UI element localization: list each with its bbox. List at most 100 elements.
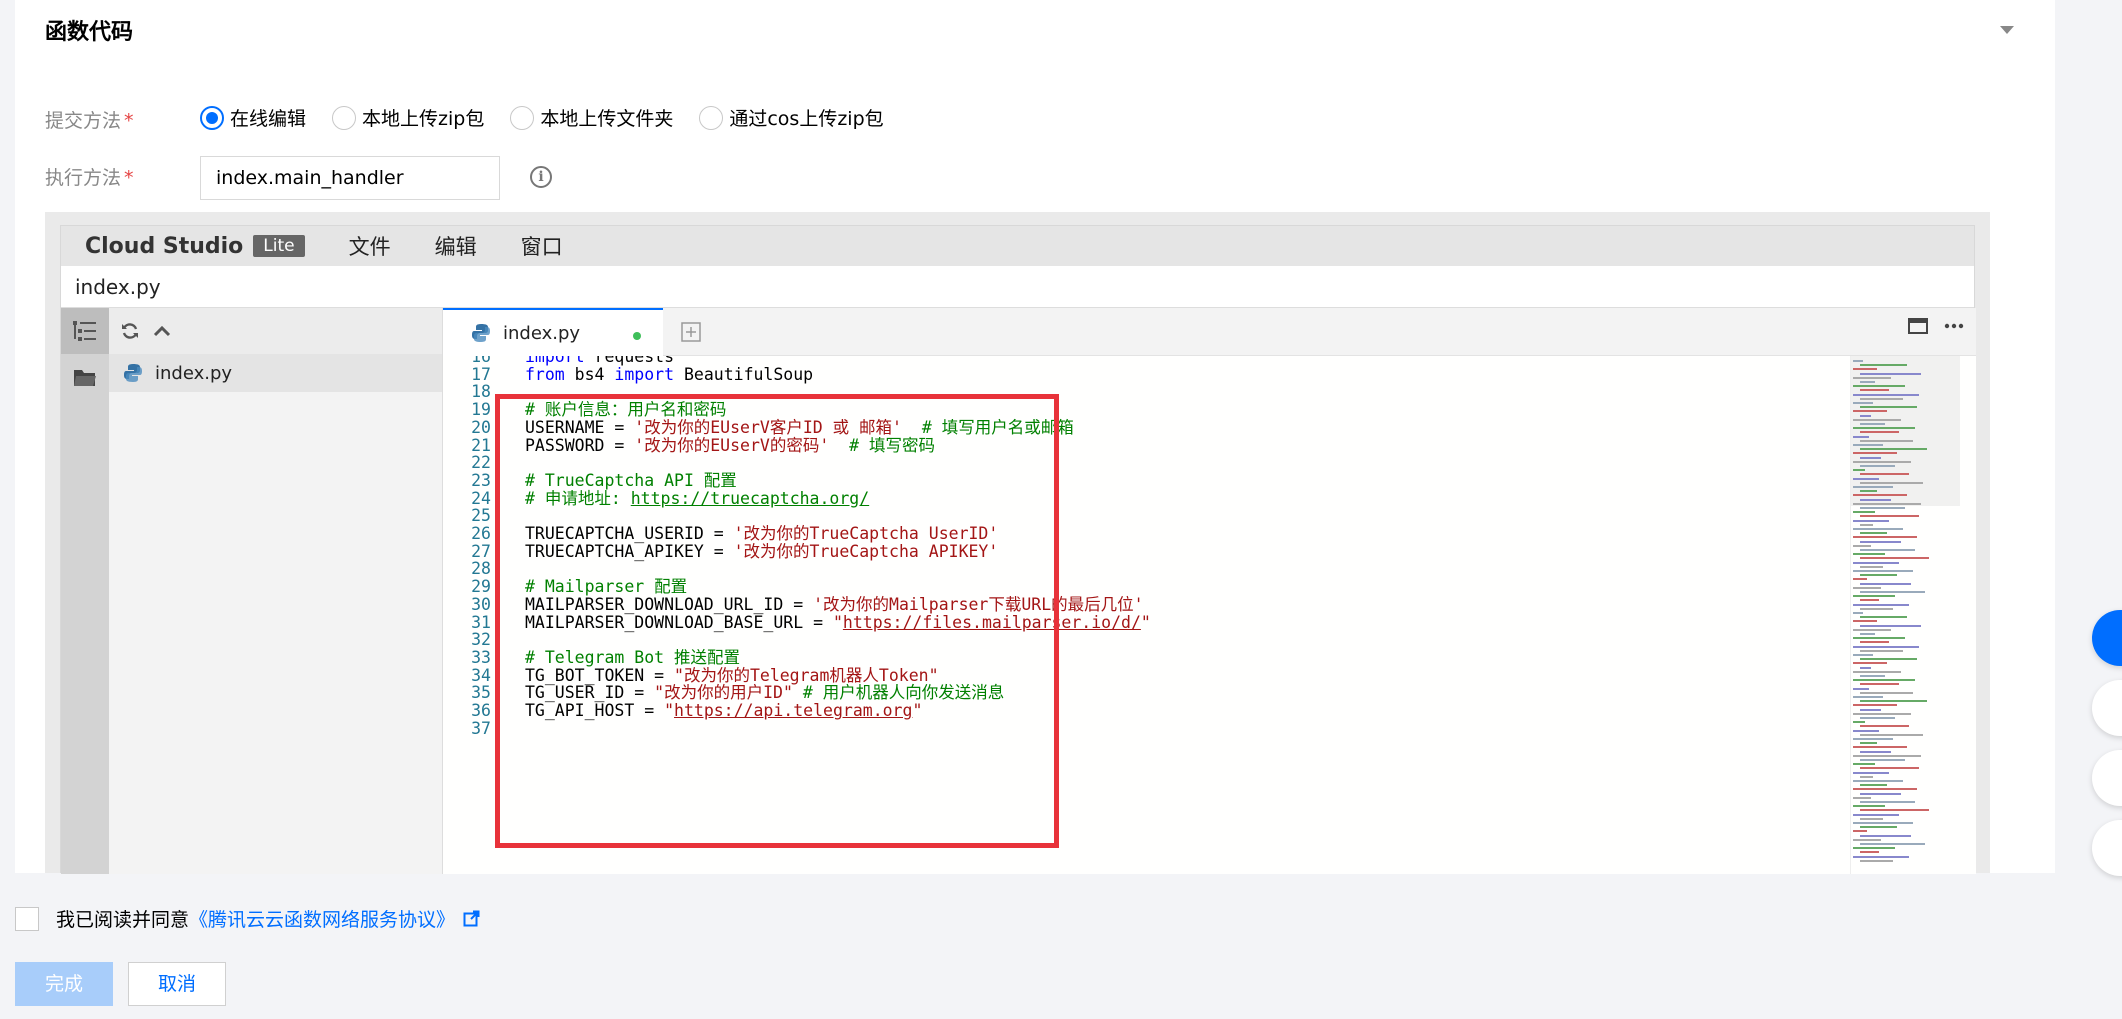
minimap-line [1860,834,1911,837]
minimap-line [1853,578,1867,581]
document-icon[interactable] [2092,750,2122,806]
minimap-line [1853,712,1911,715]
tools-icon[interactable] [2092,820,2122,876]
minimap-line [1860,666,1871,669]
minimap-line [1860,456,1881,459]
minimap-line [1860,683,1899,686]
headset-support-icon[interactable] [2092,610,2122,666]
minimap-line [1860,364,1907,367]
minimap-line [1853,704,1897,707]
submit-option-radio[interactable]: 本地上传zip包 [332,104,484,131]
minimap-line [1853,460,1911,463]
minimap-line [1860,733,1923,736]
handler-input[interactable]: index.main_handler [200,156,500,200]
agree-text: 我已阅读并同意《腾讯云云函数网络服务协议》 [56,905,480,932]
minimap-line [1853,385,1905,388]
unsaved-dot-icon [633,332,641,340]
line-number: 16 [471,356,491,366]
minimap-line [1860,708,1881,711]
minimap-line [1860,557,1929,560]
ide-menubar: Cloud Studio Lite 文件 编辑 窗口 [61,226,1974,266]
minimap-line [1853,410,1887,413]
radio-label: 通过cos上传zip包 [729,108,884,130]
file-explorer: index.py [109,308,443,874]
feedback-icon[interactable] [2092,680,2122,736]
radio-circle-icon[interactable] [200,105,224,130]
submit-option-radio[interactable]: 在线编辑 [200,104,306,131]
minimap-line [1860,498,1891,501]
agree-checkbox[interactable] [15,907,39,931]
minimap-line [1853,637,1905,640]
minimap-line [1853,494,1907,497]
minimap-line [1860,775,1873,778]
cloud-studio-ide: Cloud Studio Lite 文件 编辑 窗口 index.py inde… [60,225,1976,874]
code-editor[interactable]: 37 36 TG_API_HOST = "https://api.telegram.… [443,356,1976,874]
tree-view-icon[interactable] [61,308,109,354]
minimap-line [1853,486,1893,488]
minimap-line [1860,809,1929,812]
radio-label: 本地上传文件夹 [540,108,674,130]
radio-circle-icon[interactable] [510,105,535,130]
minimap-line [1853,771,1889,774]
minimap-line [1853,687,1869,690]
minimap-line [1853,822,1913,824]
add-tab-icon[interactable] [681,322,701,346]
lite-badge: Lite [253,235,305,257]
external-link-icon[interactable] [463,910,480,932]
minimap-line [1853,620,1877,623]
minimap-line [1860,843,1925,845]
minimap-line [1860,591,1925,593]
ide-logo: Cloud Studio [85,233,244,259]
minimap-line [1860,397,1903,400]
minimap-line [1860,633,1875,635]
tab-index-py[interactable]: index.py [443,308,663,356]
highlight-box [495,394,1059,848]
code-line: 16 import requests [443,356,1843,369]
python-icon [123,363,143,383]
minimap-line [1860,389,1889,392]
submit-option-radio[interactable]: 通过cos上传zip包 [699,104,884,131]
folder-icon[interactable] [61,354,109,400]
minimap-line [1853,805,1885,808]
current-file-path: index.py [61,266,1974,308]
required-mark: * [124,167,134,189]
menu-edit[interactable]: 编辑 [435,231,477,261]
minimap-line [1860,792,1901,795]
editor-actions [1908,318,1964,334]
minimap-line [1853,603,1909,606]
cancel-button[interactable]: 取消 [128,962,226,1006]
minimap-line [1853,502,1921,505]
radio-circle-icon[interactable] [699,105,724,130]
collapse-up-icon[interactable] [153,324,171,338]
radio-circle-icon[interactable] [332,105,357,130]
minimap-line [1860,582,1911,585]
minimap-line [1853,553,1885,556]
section-title: 函数代码 [45,20,134,45]
minimap-line [1853,670,1901,673]
minimap-line [1853,645,1919,648]
minimap-line [1853,536,1917,539]
refresh-icon[interactable] [121,322,139,340]
minimap-line [1853,368,1877,371]
minimap-line [1860,406,1917,409]
minimap-line [1853,469,1865,472]
explorer-item-index-py[interactable]: index.py [109,354,442,392]
collapse-caret-icon[interactable] [2000,26,2014,34]
editor-tabs: index.py [443,308,1976,356]
minimap-line [1860,473,1909,476]
info-icon[interactable]: i [530,166,552,188]
more-icon[interactable] [1944,323,1964,329]
minimap-line [1860,549,1915,551]
maximize-icon[interactable] [1908,318,1928,334]
minimap-line [1853,830,1867,833]
agreement-link[interactable]: 《腾讯云云函数网络服务协议》 [189,909,455,931]
minimap-line [1853,788,1917,791]
minimap[interactable] [1850,356,1960,874]
done-button[interactable]: 完成 [15,962,113,1006]
submit-option-radio[interactable]: 本地上传文件夹 [510,104,673,131]
menu-file[interactable]: 文件 [349,231,391,261]
minimap-line [1853,528,1903,530]
code-text: import requests [525,356,674,369]
minimap-line [1860,826,1897,829]
menu-window[interactable]: 窗口 [521,231,563,261]
